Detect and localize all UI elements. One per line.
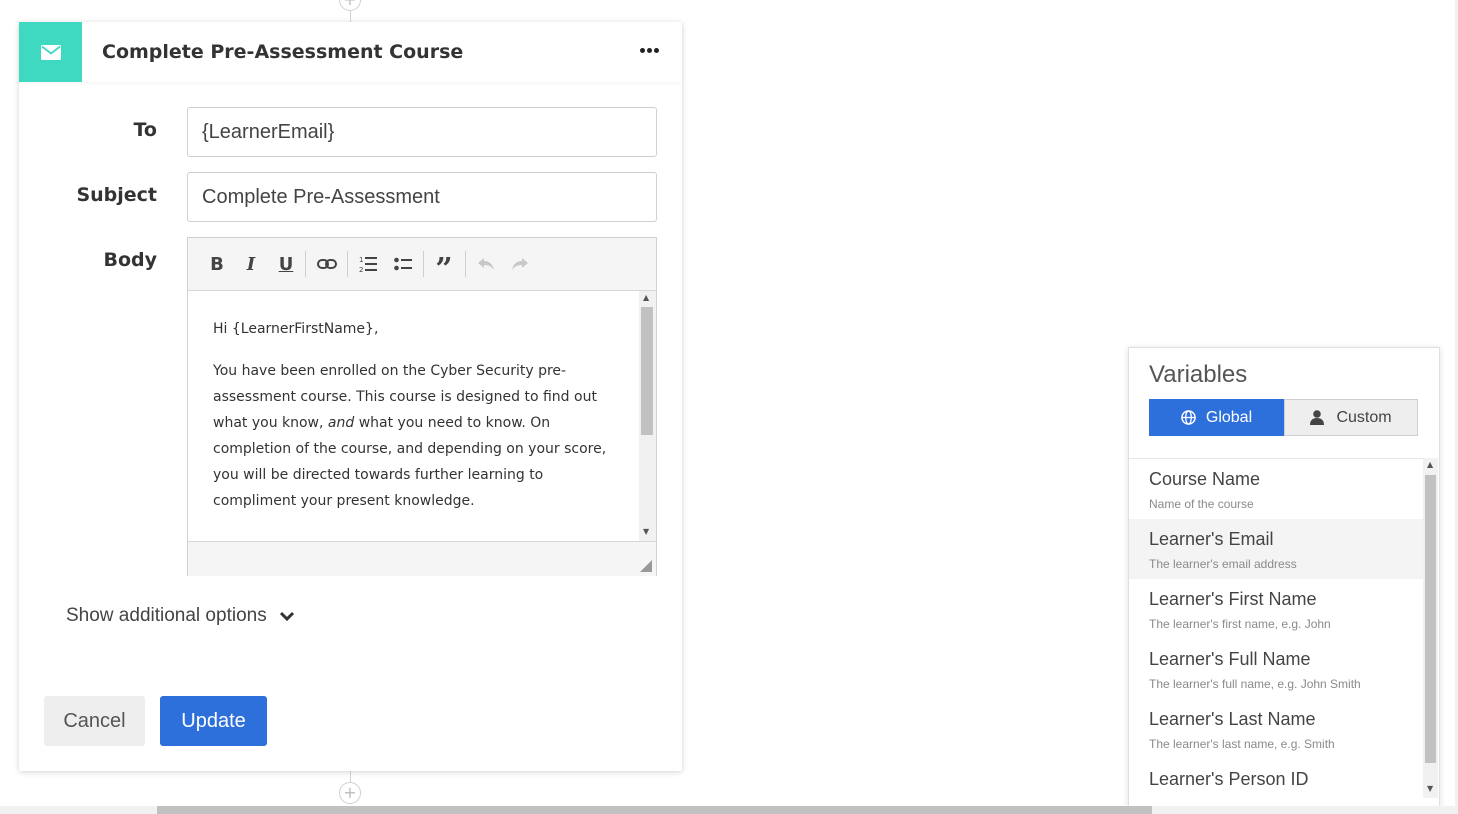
show-options-label: Show additional options xyxy=(66,605,267,626)
variable-name: Learner's Last Name xyxy=(1149,709,1316,729)
scroll-down-arrow-icon[interactable]: ▼ xyxy=(1427,785,1433,793)
variable-item[interactable]: Learner's Full Name The learner's full n… xyxy=(1129,639,1423,699)
editor-scrollbar[interactable]: ▲ ▼ xyxy=(639,291,656,541)
tab-custom[interactable]: Custom xyxy=(1284,399,1418,436)
editor-scroll-thumb[interactable] xyxy=(641,307,653,435)
variables-list: Course Name Name of the course Learner's… xyxy=(1129,458,1423,809)
add-step-button[interactable]: + xyxy=(339,782,361,804)
toolbar-divider xyxy=(465,251,466,277)
variable-name: Learner's First Name xyxy=(1149,589,1317,609)
show-additional-options-toggle[interactable]: Show additional options xyxy=(66,605,295,627)
variable-name: Learner's Email xyxy=(1149,529,1274,549)
undo-icon xyxy=(478,258,494,270)
quote-icon: ” xyxy=(435,252,453,287)
ordered-list-icon: 1 2 xyxy=(359,256,377,273)
variables-scrollbar[interactable]: ▲ ▼ xyxy=(1423,458,1438,798)
editor-content[interactable]: Hi {LearnerFirstName}, You have been enr… xyxy=(188,291,638,541)
more-options-button[interactable] xyxy=(633,40,665,60)
editor-greeting: Hi {LearnerFirstName}, xyxy=(213,321,379,337)
update-button[interactable]: Update xyxy=(160,696,267,746)
ellipsis-icon xyxy=(653,47,659,53)
variable-item[interactable]: Learner's Email The learner's email addr… xyxy=(1129,519,1423,579)
body-label: Body xyxy=(103,249,157,271)
variable-item[interactable]: Course Name Name of the course xyxy=(1129,459,1423,519)
svg-text:1: 1 xyxy=(359,256,363,264)
variable-item[interactable]: Learner's First Name The learner's first… xyxy=(1129,579,1423,639)
link-button[interactable] xyxy=(316,252,338,276)
variables-scroll-thumb[interactable] xyxy=(1425,475,1436,763)
tab-global-label: Global xyxy=(1205,408,1253,426)
variable-name: Learner's Full Name xyxy=(1149,649,1311,669)
toolbar-divider xyxy=(347,251,348,277)
subject-label: Subject xyxy=(76,184,157,206)
cancel-button[interactable]: Cancel xyxy=(44,696,145,746)
ellipsis-icon xyxy=(639,47,645,53)
card-header: Complete Pre-Assessment Course xyxy=(19,22,682,82)
variable-name: Learner's Person ID xyxy=(1149,769,1309,789)
email-step-card: Complete Pre-Assessment Course To Subjec… xyxy=(19,22,682,771)
tab-custom-label: Custom xyxy=(1336,408,1392,426)
resize-handle-icon[interactable] xyxy=(640,560,652,572)
page-horizontal-scroll-thumb[interactable] xyxy=(157,806,1152,814)
tab-global[interactable]: Global xyxy=(1149,399,1284,436)
toolbar-divider xyxy=(305,251,306,277)
bullet-list-button[interactable] xyxy=(393,252,413,276)
variable-description: The learner's full name, e.g. John Smith xyxy=(1149,677,1361,691)
editor-paragraph: You have been enrolled on the Cyber Secu… xyxy=(213,358,613,514)
ordered-list-button[interactable]: 1 2 xyxy=(358,252,378,276)
subject-input[interactable] xyxy=(187,172,657,222)
scroll-down-arrow-icon[interactable]: ▼ xyxy=(643,528,649,536)
undo-button[interactable] xyxy=(476,252,496,276)
add-step-top-icon[interactable]: + xyxy=(339,0,361,11)
user-icon xyxy=(1310,410,1325,425)
variable-name: Course Name xyxy=(1149,469,1261,489)
ellipsis-icon xyxy=(646,47,652,53)
variables-title: Variables xyxy=(1149,361,1248,388)
to-label: To xyxy=(133,119,158,141)
envelope-icon xyxy=(40,44,61,60)
variables-panel: Variables Global Custom Course Name Name… xyxy=(1128,347,1440,808)
globe-icon xyxy=(1181,410,1196,425)
variable-item[interactable]: Learner's Person ID xyxy=(1129,759,1423,809)
body-editor: B I U 1 2 ” Hi {LearnerFirstName}, You h… xyxy=(187,237,657,576)
bold-button[interactable]: B xyxy=(208,252,226,276)
editor-toolbar: B I U 1 2 ” xyxy=(188,238,656,291)
variable-description: Name of the course xyxy=(1149,497,1254,511)
toolbar-divider xyxy=(423,251,424,277)
variable-item[interactable]: Learner's Last Name The learner's last n… xyxy=(1129,699,1423,759)
variable-description: The learner's last name, e.g. Smith xyxy=(1149,737,1335,751)
chevron-down-icon xyxy=(279,611,294,622)
variable-description: The learner's first name, e.g. John xyxy=(1149,617,1331,631)
svg-text:2: 2 xyxy=(359,266,363,273)
redo-icon xyxy=(512,258,528,270)
bullet-list-icon xyxy=(394,257,412,271)
editor-status-bar xyxy=(188,541,656,576)
step-type-badge xyxy=(19,22,82,82)
redo-button[interactable] xyxy=(510,252,530,276)
link-icon xyxy=(317,259,337,269)
scroll-up-arrow-icon[interactable]: ▲ xyxy=(1427,461,1433,469)
scroll-up-arrow-icon[interactable]: ▲ xyxy=(643,294,649,302)
page-horizontal-scrollbar[interactable] xyxy=(0,806,1458,814)
italic-button[interactable]: I xyxy=(242,252,260,276)
editor-emphasis: and xyxy=(327,415,355,431)
to-input[interactable] xyxy=(187,107,657,157)
underline-button[interactable]: U xyxy=(277,252,295,276)
variable-description: The learner's email address xyxy=(1149,557,1297,571)
card-title: Complete Pre-Assessment Course xyxy=(102,41,464,63)
blockquote-button[interactable]: ” xyxy=(433,252,455,285)
